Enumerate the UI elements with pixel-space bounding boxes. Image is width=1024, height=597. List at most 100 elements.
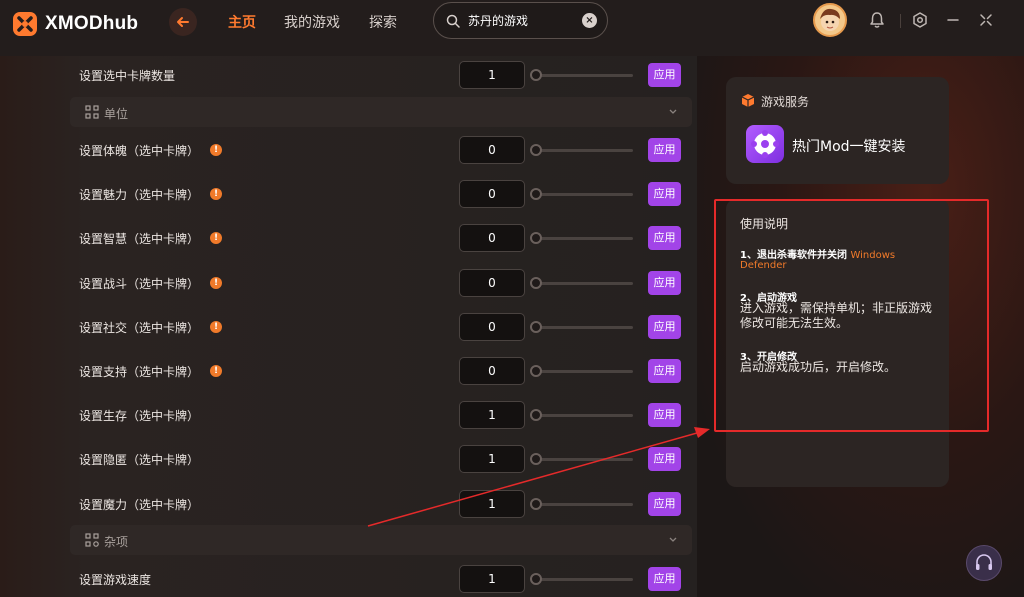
slider-track[interactable] bbox=[530, 149, 633, 152]
info-icon[interactable]: ! bbox=[210, 277, 222, 289]
mod-install-icon[interactable] bbox=[746, 125, 784, 163]
slider-track[interactable] bbox=[530, 458, 633, 461]
avatar[interactable] bbox=[813, 3, 847, 37]
box-icon bbox=[741, 94, 755, 107]
apply-button[interactable]: 应用 bbox=[648, 315, 681, 339]
setting-label: 设置魅力（选中卡牌） bbox=[79, 187, 200, 202]
apply-button[interactable]: 应用 bbox=[648, 138, 681, 162]
minimize-icon[interactable] bbox=[944, 11, 962, 29]
value-input[interactable]: 0 bbox=[459, 224, 525, 252]
value-input[interactable]: 1 bbox=[459, 401, 525, 429]
back-arrow-icon bbox=[177, 17, 189, 27]
info-icon[interactable]: ! bbox=[210, 321, 222, 333]
nav-home[interactable]: 主页 bbox=[228, 12, 256, 32]
top-bar: XMODhub 主页 我的游戏 探索 苏丹的游戏 × bbox=[0, 0, 1024, 56]
slider-handle[interactable] bbox=[530, 573, 542, 585]
value-input[interactable]: 0 bbox=[459, 180, 525, 208]
value-input[interactable]: 1 bbox=[459, 61, 525, 89]
value-input[interactable]: 1 bbox=[459, 490, 525, 518]
slider-handle[interactable] bbox=[530, 498, 542, 510]
slider-track[interactable] bbox=[530, 193, 633, 196]
apply-button[interactable]: 应用 bbox=[648, 447, 681, 471]
mod-install-label[interactable]: 热门Mod一键安装 bbox=[792, 136, 906, 156]
slider-track[interactable] bbox=[530, 578, 633, 581]
section-misc[interactable]: 杂项 bbox=[70, 525, 692, 555]
slider-handle[interactable] bbox=[530, 453, 542, 465]
apply-button[interactable]: 应用 bbox=[648, 567, 681, 591]
apply-button[interactable]: 应用 bbox=[648, 271, 681, 295]
slider-handle[interactable] bbox=[530, 277, 542, 289]
slider-track[interactable] bbox=[530, 503, 633, 506]
info-icon[interactable]: ! bbox=[210, 144, 222, 156]
value-input[interactable]: 1 bbox=[459, 565, 525, 593]
slider-handle[interactable] bbox=[530, 232, 542, 244]
setting-row: 设置社交（选中卡牌）! 0 应用 bbox=[70, 305, 692, 349]
apply-button[interactable]: 应用 bbox=[648, 403, 681, 427]
apply-button[interactable]: 应用 bbox=[648, 182, 681, 206]
setting-label: 设置隐匿（选中卡牌） bbox=[79, 452, 200, 467]
slider-handle[interactable] bbox=[530, 365, 542, 377]
slider-track[interactable] bbox=[530, 414, 633, 417]
logo-text: XMODhub bbox=[45, 13, 139, 34]
setting-label: 设置选中卡牌数量 bbox=[79, 68, 176, 83]
value-input[interactable]: 0 bbox=[459, 357, 525, 385]
support-button[interactable] bbox=[966, 545, 1002, 581]
apply-button[interactable]: 应用 bbox=[648, 63, 681, 87]
toolbar-divider bbox=[900, 14, 901, 28]
setting-row: 设置选中卡牌数量 1 应用 bbox=[70, 53, 692, 97]
setting-label: 设置体魄（选中卡牌） bbox=[79, 143, 200, 158]
setting-label: 设置社交（选中卡牌） bbox=[79, 320, 200, 335]
app-logo[interactable]: XMODhub bbox=[11, 10, 138, 38]
setting-label: 设置支持（选中卡牌） bbox=[79, 364, 200, 379]
apply-button[interactable]: 应用 bbox=[648, 492, 681, 516]
search-icon bbox=[446, 14, 460, 28]
setting-row: 设置隐匿（选中卡牌） 1 应用 bbox=[70, 437, 692, 481]
slider-handle[interactable] bbox=[530, 144, 542, 156]
slider-handle[interactable] bbox=[530, 188, 542, 200]
info-icon[interactable]: ! bbox=[210, 365, 222, 377]
setting-label: 设置游戏速度 bbox=[79, 572, 152, 587]
logo-icon bbox=[11, 10, 39, 38]
section-label: 杂项 bbox=[104, 535, 129, 549]
bell-icon[interactable] bbox=[868, 11, 886, 29]
close-icon[interactable] bbox=[977, 11, 995, 29]
setting-row: 设置战斗（选中卡牌）! 0 应用 bbox=[70, 261, 692, 305]
game-service-card: 游戏服务 热门Mod一键安装 bbox=[726, 77, 949, 184]
search-input[interactable]: 苏丹的游戏 bbox=[468, 12, 528, 29]
annotation-highlight-box bbox=[714, 199, 989, 432]
setting-label: 设置魔力（选中卡牌） bbox=[79, 497, 200, 512]
setting-row: 设置游戏速度 1 应用 bbox=[70, 557, 692, 597]
slider-track[interactable] bbox=[530, 74, 633, 77]
value-input[interactable]: 0 bbox=[459, 136, 525, 164]
info-icon[interactable]: ! bbox=[210, 232, 222, 244]
slider-track[interactable] bbox=[530, 326, 633, 329]
setting-label: 设置生存（选中卡牌） bbox=[79, 408, 200, 423]
search-box[interactable]: 苏丹的游戏 × bbox=[433, 2, 608, 39]
settings-icon[interactable] bbox=[911, 11, 929, 29]
apply-button[interactable]: 应用 bbox=[648, 359, 681, 383]
setting-row: 设置智慧（选中卡牌）! 0 应用 bbox=[70, 216, 692, 260]
value-input[interactable]: 1 bbox=[459, 445, 525, 473]
setting-row: 设置魔力（选中卡牌） 1 应用 bbox=[70, 482, 692, 526]
slider-track[interactable] bbox=[530, 282, 633, 285]
value-input[interactable]: 0 bbox=[459, 269, 525, 297]
service-title: 游戏服务 bbox=[761, 95, 810, 109]
slider-track[interactable] bbox=[530, 237, 633, 240]
slider-track[interactable] bbox=[530, 370, 633, 373]
back-button[interactable] bbox=[169, 8, 197, 36]
chevron-down-icon bbox=[669, 537, 677, 542]
setting-row: 设置体魄（选中卡牌）! 0 应用 bbox=[70, 128, 692, 172]
slider-handle[interactable] bbox=[530, 409, 542, 421]
value-input[interactable]: 0 bbox=[459, 313, 525, 341]
nav-my-games[interactable]: 我的游戏 bbox=[284, 12, 340, 32]
section-units[interactable]: 单位 bbox=[70, 97, 692, 127]
units-icon bbox=[85, 105, 99, 119]
apply-button[interactable]: 应用 bbox=[648, 226, 681, 250]
clear-icon[interactable]: × bbox=[582, 13, 597, 28]
section-label: 单位 bbox=[104, 107, 129, 121]
nav-explore[interactable]: 探索 bbox=[369, 12, 397, 32]
slider-handle[interactable] bbox=[530, 321, 542, 333]
slider-handle[interactable] bbox=[530, 69, 542, 81]
misc-icon bbox=[85, 533, 99, 547]
info-icon[interactable]: ! bbox=[210, 188, 222, 200]
